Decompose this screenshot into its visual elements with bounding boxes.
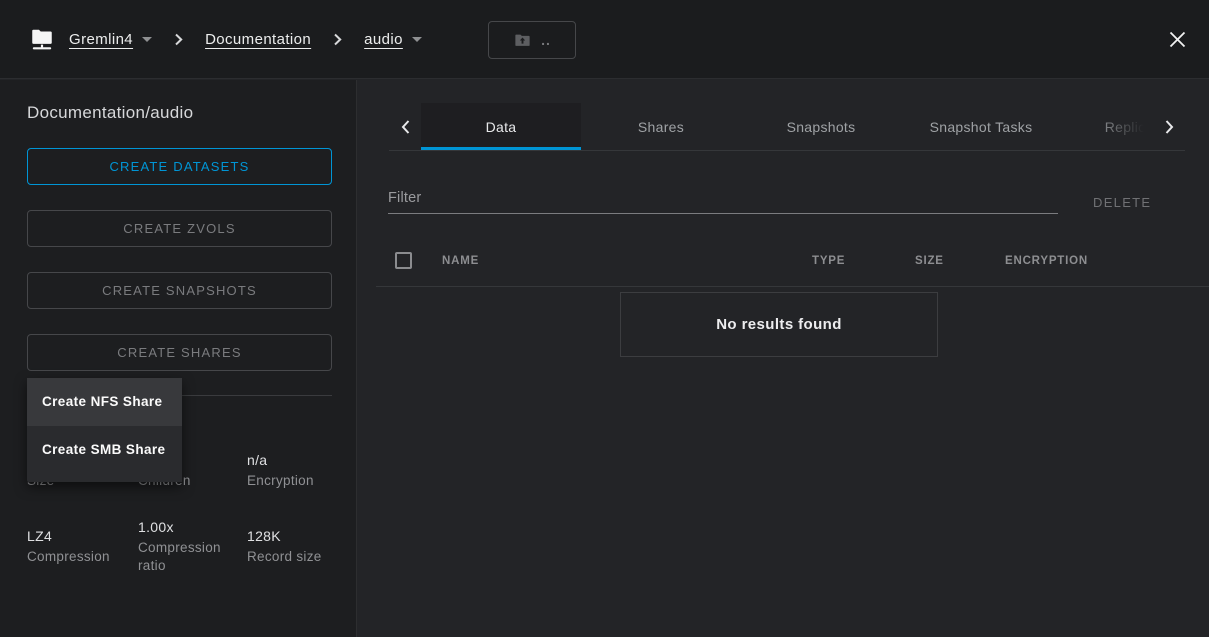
stat-label: Compression (27, 548, 138, 566)
stat-label: Record size (247, 548, 335, 566)
stat-value: n/a (247, 450, 335, 470)
table-header-row: NAME TYPE SIZE ENCRYPTION (357, 240, 1209, 287)
stat-record-size: 128K Record size (247, 526, 335, 566)
dataset-details-sidebar: Documentation/audio CREATE DATASETS CREA… (0, 80, 357, 637)
stat-encryption: n/a Encryption (247, 450, 335, 490)
stat-value: 1.00x (138, 517, 247, 537)
chevron-down-icon[interactable] (142, 37, 152, 42)
breadcrumb-separator-icon (332, 32, 343, 47)
up-button-label: .. (541, 32, 551, 48)
breadcrumb-documentation[interactable]: Documentation (205, 31, 311, 48)
menu-item-create-nfs-share[interactable]: Create NFS Share (27, 378, 182, 426)
stat-value: 128K (247, 526, 335, 546)
stat-compression: LZ4 Compression (27, 526, 138, 566)
column-header-encryption[interactable]: ENCRYPTION (1005, 255, 1088, 267)
tab-list: Data Shares Snapshots Snapshot Tasks Rep… (421, 103, 1153, 150)
table-header-divider (376, 286, 1209, 287)
breadcrumb-audio[interactable]: audio (364, 31, 403, 48)
active-tab-indicator (421, 147, 581, 150)
filter-input-label[interactable]: Filter (388, 190, 421, 206)
column-header-name[interactable]: NAME (442, 255, 479, 267)
chevron-down-icon[interactable] (412, 37, 422, 42)
create-datasets-button[interactable]: CREATE DATASETS (27, 148, 332, 185)
topbar: Gremlin4 Documentation audio .. (0, 0, 1209, 79)
go-up-directory-button[interactable]: .. (488, 21, 576, 59)
filter-input[interactable] (388, 213, 1058, 214)
stat-label: Compression ratio (138, 539, 247, 575)
tab-data[interactable]: Data (421, 103, 581, 150)
delete-button[interactable]: DELETE (1093, 195, 1151, 210)
tab-label: Data (486, 119, 517, 135)
stat-label: Encryption (247, 472, 335, 490)
tab-bar: Data Shares Snapshots Snapshot Tasks Rep… (389, 103, 1185, 151)
tab-replication[interactable]: Replication (1061, 103, 1153, 150)
dataset-content-panel: Data Shares Snapshots Snapshot Tasks Rep… (357, 80, 1209, 637)
empty-state-box: No results found (620, 292, 938, 357)
close-icon[interactable] (1167, 29, 1188, 50)
stat-compression-ratio: 1.00x Compression ratio (138, 517, 247, 575)
create-shares-menu: Create NFS Share Create SMB Share (27, 378, 182, 482)
stat-value: LZ4 (27, 526, 138, 546)
create-shares-button[interactable]: CREATE SHARES (27, 334, 332, 371)
create-snapshots-button[interactable]: CREATE SNAPSHOTS (27, 272, 332, 309)
tab-shares[interactable]: Shares (581, 103, 741, 150)
breadcrumb-separator-icon (173, 32, 184, 47)
folder-up-icon (513, 31, 532, 50)
page-title: Documentation/audio (27, 103, 193, 123)
tabs-scroll-right-icon[interactable] (1153, 103, 1185, 150)
empty-state-message: No results found (716, 316, 842, 333)
column-header-type[interactable]: TYPE (812, 255, 845, 267)
tabs-scroll-left-icon[interactable] (389, 103, 421, 150)
breadcrumb-pool[interactable]: Gremlin4 (69, 31, 133, 48)
tab-snapshot-tasks[interactable]: Snapshot Tasks (901, 103, 1061, 150)
create-zvols-button[interactable]: CREATE ZVOLS (27, 210, 332, 247)
select-all-checkbox[interactable] (395, 252, 412, 269)
menu-item-create-smb-share[interactable]: Create SMB Share (27, 426, 182, 474)
column-header-size[interactable]: SIZE (915, 255, 944, 267)
pool-folder-network-icon (29, 26, 55, 52)
tab-snapshots[interactable]: Snapshots (741, 103, 901, 150)
